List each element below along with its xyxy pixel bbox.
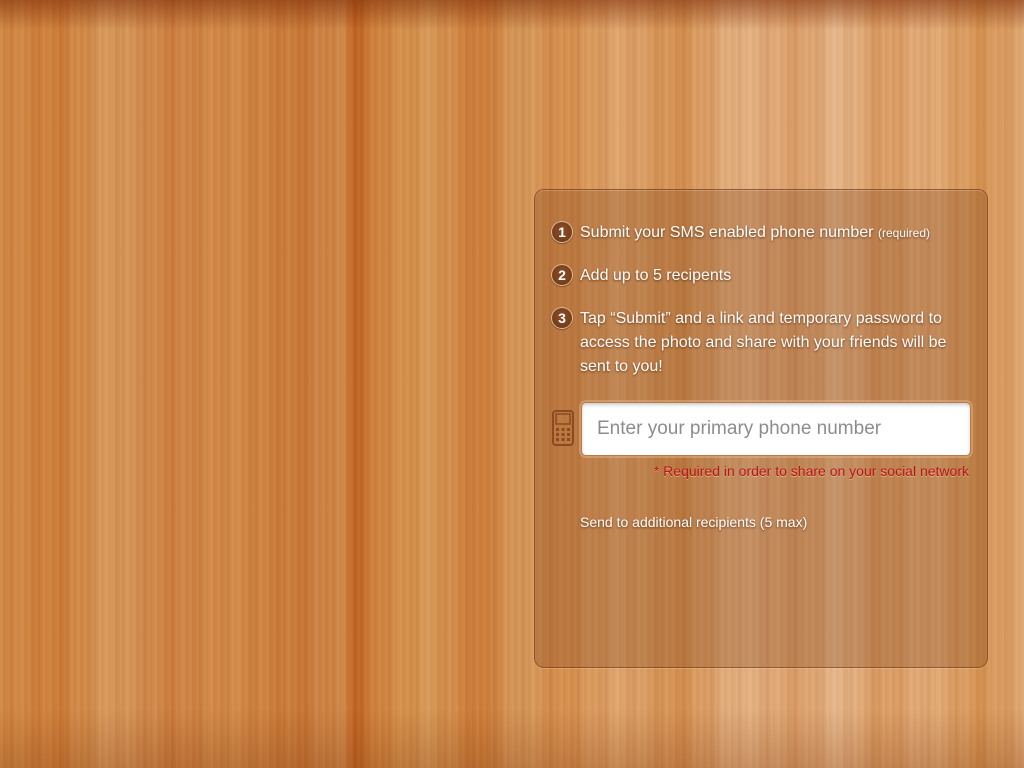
- mobile-phone-icon: [552, 410, 574, 446]
- share-panel: 1 Submit your SMS enabled phone number (…: [534, 189, 988, 668]
- step-1-text: Submit your SMS enabled phone number (re…: [580, 221, 975, 245]
- step-1-label: Submit your SMS enabled phone number: [580, 224, 874, 241]
- step-2-text: Add up to 5 recipents: [580, 267, 732, 284]
- step-1-badge: 1: [551, 221, 573, 243]
- step-3-text: Tap “Submit” and a link and temporary pa…: [580, 310, 947, 375]
- required-note: * Required in order to share on your soc…: [653, 463, 969, 479]
- step-2-badge: 2: [551, 264, 573, 286]
- additional-recipients-link[interactable]: Send to additional recipients (5 max): [580, 514, 807, 530]
- wood-background-shade: [0, 708, 1024, 768]
- step-1-required-note: (required): [877, 226, 930, 240]
- step-3-badge: 3: [551, 307, 573, 329]
- phone-number-input[interactable]: [581, 402, 971, 456]
